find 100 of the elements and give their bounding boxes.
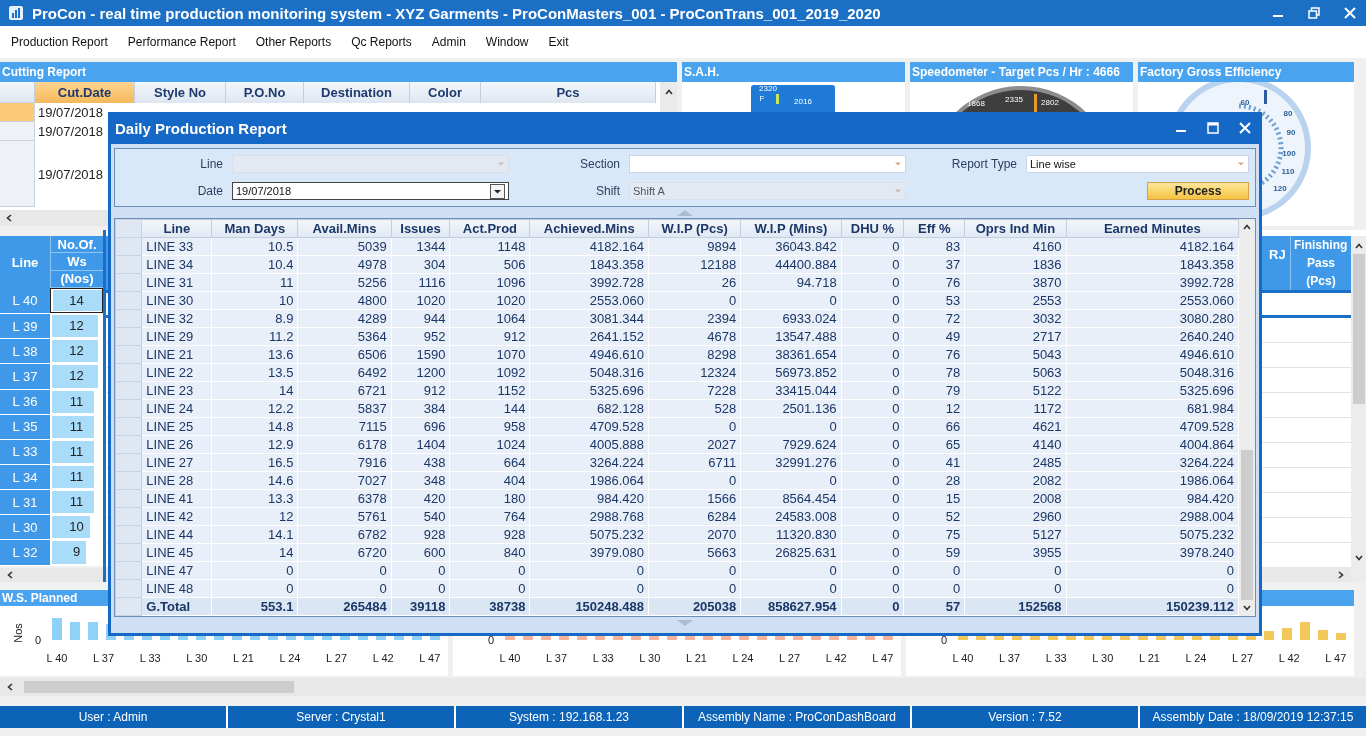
column-header[interactable]: Man Days [211, 219, 298, 238]
cell-value: 11 [68, 392, 85, 411]
table-cell-text: 19/07/2018 [37, 104, 105, 122]
menu-item[interactable]: Window [478, 35, 536, 49]
gauge-label: 60 [1240, 98, 1250, 107]
table-cell-text: 19/07/2018 [37, 123, 105, 141]
column-header[interactable]: Act.Prod [449, 219, 530, 238]
cell-value: 12 [68, 342, 85, 361]
tick-label: L 21 [685, 652, 707, 664]
scroll-left-icon[interactable] [6, 569, 14, 580]
dropdown-field[interactable]: Line wise [1026, 155, 1249, 173]
cell-value: 11 [68, 493, 85, 512]
gauge-label: 120 [1273, 184, 1287, 193]
scroll-down-icon[interactable] [1242, 604, 1252, 612]
scroll-right-icon[interactable] [1337, 569, 1345, 580]
field-label: Date [196, 184, 223, 198]
column-header: RJ [1269, 245, 1287, 264]
column-header[interactable]: Destination [304, 82, 410, 103]
cell-value: 10 [68, 518, 85, 537]
scroll-left-icon[interactable] [5, 213, 13, 223]
gauge-label: 110 [1281, 167, 1295, 176]
field-label: Shift [595, 184, 620, 198]
tick-label: L 47 [1325, 652, 1347, 664]
field-label: Section [578, 157, 620, 171]
dialog-title: Daily Production Report [115, 119, 287, 137]
dropdown-field[interactable] [629, 155, 906, 173]
panel-header: Speedometer - Target Pcs / Hr : 4666 [910, 62, 1133, 82]
column-header[interactable]: Earned Minutes [1066, 219, 1239, 238]
scrollbar[interactable] [0, 678, 1366, 696]
cell-value: 9 [71, 543, 82, 562]
cell-value: 11 [68, 442, 85, 461]
column-header[interactable]: W.I.P (Pcs) [648, 219, 741, 238]
cell-value: 14 [68, 292, 85, 311]
row-header[interactable] [0, 103, 35, 122]
table-cell-text: 19/07/2018 [37, 165, 105, 184]
column-header[interactable]: Style No [135, 82, 226, 103]
menu-item[interactable]: Admin [424, 35, 473, 49]
row-header[interactable] [0, 141, 35, 207]
tick-label: L 47 [419, 652, 441, 664]
column-header: Ws [50, 253, 103, 271]
scroll-up-icon[interactable] [663, 88, 674, 96]
tick-label: L 37 [93, 652, 115, 664]
column-header[interactable]: P.O.No [226, 82, 304, 103]
column-header[interactable]: W.I.P (Mins) [740, 219, 842, 238]
close-icon[interactable] [1344, 7, 1356, 19]
menu-item[interactable]: Production Report [4, 35, 115, 49]
row-header[interactable] [0, 122, 35, 141]
scrollbar[interactable] [1239, 219, 1255, 616]
row-header: L 33 [0, 439, 50, 464]
column-header[interactable]: Eff % [903, 219, 965, 238]
tick-label: L 37 [999, 652, 1021, 664]
status-item: Assembly Date : 18/09/2019 12:37:15 [1151, 709, 1355, 726]
status-item: Assembly Name : ProConDashBoard [684, 706, 912, 728]
column-header[interactable]: Cut.Date [35, 82, 135, 103]
dropdown-field[interactable]: 19/07/2018 [232, 182, 509, 200]
menu-item[interactable]: Performance Report [120, 35, 243, 49]
scroll-left-icon[interactable] [6, 682, 14, 692]
tick-label: L 47 [872, 652, 894, 664]
column-header[interactable]: Color [410, 82, 481, 103]
row-header: L 30 [0, 515, 50, 540]
tick-label: L 42 [1278, 652, 1300, 664]
tick-label: 0 [940, 634, 948, 646]
gauge-label: 90 [1286, 128, 1296, 137]
caret-icon[interactable] [1237, 161, 1245, 167]
column-header: Finishing [1293, 237, 1349, 254]
column-header[interactable]: Pcs [481, 82, 656, 103]
scroll-up-icon[interactable] [1242, 223, 1252, 231]
process-button[interactable]: Process [1147, 182, 1249, 200]
caret-icon[interactable] [894, 161, 902, 167]
expand-icon[interactable] [676, 619, 694, 627]
panel-header: Factory Gross Efficiency [1138, 62, 1354, 82]
window-title: ProCon - real time production monitoring system - XYZ Garments - ProConMasters_001 - ProConTrans_001_2019_2020 [32, 4, 881, 22]
row-header: L 40 [0, 288, 50, 314]
column-header[interactable]: Line [141, 219, 212, 238]
column-header[interactable]: Achieved.Mins [530, 219, 649, 238]
field-label: Report Type [950, 157, 1017, 171]
menu-item[interactable]: Other Reports [248, 35, 339, 49]
column-header: Pass [1306, 255, 1336, 272]
scrollbar[interactable] [1351, 236, 1366, 582]
column-header[interactable]: DHU % [841, 219, 904, 238]
column-header[interactable]: Oprs Ind Min [964, 219, 1067, 238]
gauge-label: 2802 [1041, 98, 1059, 107]
panel-header: Cutting Report [0, 62, 677, 82]
close-icon[interactable] [1239, 122, 1251, 134]
tick-label: L 42 [372, 652, 394, 664]
scroll-down-icon[interactable] [1353, 554, 1364, 562]
scroll-up-icon[interactable] [1353, 242, 1364, 250]
column-header[interactable]: Issues [391, 219, 450, 238]
tick-label: L 21 [232, 652, 254, 664]
menu-item[interactable]: Exit [541, 35, 576, 49]
row-header: L 38 [0, 339, 50, 364]
restore-icon[interactable] [1308, 7, 1320, 19]
maximize-icon[interactable] [1207, 122, 1219, 134]
menu-item[interactable]: Qc Reports [344, 35, 419, 49]
column-header[interactable]: Avail.Mins [297, 219, 392, 238]
dropdown-icon[interactable] [490, 183, 505, 199]
gauge-label: 100 [1282, 149, 1296, 158]
tick-label: 0 [487, 634, 495, 646]
row-header: L 35 [0, 414, 50, 439]
status-item: Server : Crystal1 [228, 706, 456, 728]
